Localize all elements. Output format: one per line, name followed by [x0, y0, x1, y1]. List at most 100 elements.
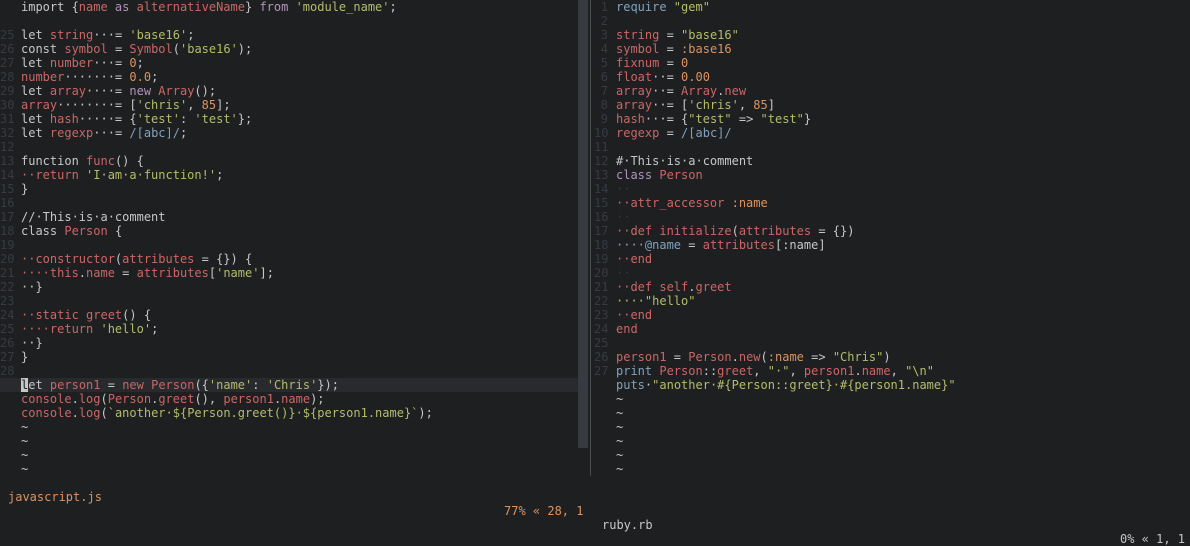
code-line[interactable]: 22 ····"hello": [594, 294, 1190, 308]
tilde-marker: ~: [616, 434, 624, 448]
code-line[interactable]: 25 ····return 'hello';: [0, 322, 578, 336]
code-token: .: [731, 350, 739, 364]
right-editor-pane[interactable]: 1 require "gem" 2 3 string = "base16" 4 symbol…: [594, 0, 1190, 476]
line-number: 23: [0, 294, 15, 308]
code-line[interactable]: 15 ··attr_accessor :name: [594, 196, 1190, 210]
code-text: array··= ['chris', 85]: [616, 98, 775, 112]
code-line[interactable]: 19: [0, 238, 578, 252]
code-token: .: [71, 392, 79, 406]
code-line[interactable]: 21 ····this.name = attributes['name'];: [0, 266, 578, 280]
code-line[interactable]: 31 let hash·····= {'test': 'test'};: [0, 112, 578, 126]
code-token: #·This·is·a·comment: [616, 154, 754, 168]
code-line[interactable]: 24 ··static greet() {: [0, 308, 578, 322]
code-token: =: [100, 378, 123, 392]
code-line[interactable]: 27}: [0, 350, 578, 364]
code-token: ····"hello": [616, 294, 696, 308]
code-line[interactable]: 13 function func() {: [0, 154, 578, 168]
code-line[interactable]: 27 print Person::greet, "·", person1.name…: [594, 364, 1190, 378]
code-line[interactable]: 29 let array····= new Array();: [0, 84, 578, 98]
code-token: () {: [122, 308, 152, 322]
code-line[interactable]: import {name as alternativeName} from 'm…: [0, 0, 578, 14]
code-line[interactable]: console.log(`another·${Person.greet()}·$…: [0, 406, 578, 420]
code-line[interactable]: 2: [594, 14, 1190, 28]
left-scrollbar[interactable]: [578, 0, 588, 448]
code-token: (),: [194, 392, 224, 406]
code-text: string = "base16": [616, 28, 739, 42]
code-line[interactable]: 17 //·This·is·a·comment: [0, 210, 578, 224]
code-line[interactable]: 8 array··= ['chris', 85]: [594, 98, 1190, 112]
code-token: greet: [86, 308, 123, 322]
code-line[interactable]: 26 ··}: [0, 336, 578, 350]
code-token: float: [616, 70, 653, 84]
code-token: 'hello': [100, 322, 152, 336]
code-line[interactable]: 14 ··: [594, 182, 1190, 196]
code-line[interactable]: 28: [0, 364, 578, 378]
code-line[interactable]: 22 ··}: [0, 280, 578, 294]
line-number: 15: [594, 196, 609, 210]
code-line[interactable]: 9 hash···= {"test" => "test"}: [594, 112, 1190, 126]
code-token: (: [731, 224, 739, 238]
line-number: 24: [0, 308, 15, 322]
code-line[interactable]: 3 string = "base16": [594, 28, 1190, 42]
left-editor-pane[interactable]: import {name as alternativeName} from 'm…: [0, 0, 578, 476]
code-line[interactable]: 26 const symbol = Symbol('base16');: [0, 42, 578, 56]
code-text: import {name as alternativeName} from 'm…: [21, 0, 397, 14]
code-token: new: [129, 84, 159, 98]
tilde-marker: ~: [616, 448, 624, 462]
code-token: class: [616, 168, 660, 182]
code-line[interactable]: 16 ··: [594, 210, 1190, 224]
code-line[interactable]: 12: [0, 140, 578, 154]
code-line[interactable]: 7 array··= Array.new: [594, 84, 1190, 98]
code-token: attributes: [738, 224, 812, 238]
code-line[interactable]: 26 person1 = Person.new(:name => "Chris"): [594, 350, 1190, 364]
code-token: 85: [201, 98, 217, 112]
code-line[interactable]: 10 regexp = /[abc]/: [594, 126, 1190, 140]
code-token: symbol: [64, 42, 108, 56]
code-line[interactable]: 18 ····@name = attributes[:name]: [594, 238, 1190, 252]
right-file-name[interactable]: ruby.rb: [602, 518, 653, 532]
code-line[interactable]: 6 float··= 0.00: [594, 70, 1190, 84]
code-line[interactable]: 11: [594, 140, 1190, 154]
code-line[interactable]: 14 ··return 'I·am·a·function!';: [0, 168, 578, 182]
code-line[interactable]: 28 number·······= 0.0;: [0, 70, 578, 84]
code-line[interactable]: 25 let string···= 'base16';: [0, 28, 578, 42]
code-line[interactable]: 12 #·This·is·a·comment: [594, 154, 1190, 168]
code-token: .: [78, 266, 87, 280]
left-file-name[interactable]: javascript.js: [8, 490, 102, 504]
code-line[interactable]: 17 ··def initialize(attributes = {}): [594, 224, 1190, 238]
code-line[interactable]: 1 require "gem": [594, 0, 1190, 14]
code-line[interactable]: console.log(Person.greet(), person1.name…: [0, 392, 578, 406]
pane-divider[interactable]: [590, 0, 591, 490]
code-line[interactable]: 30 array········= ['chris', 85];: [0, 98, 578, 112]
code-line[interactable]: 13 class Person: [594, 168, 1190, 182]
code-line[interactable]: 5 fixnum = 0: [594, 56, 1190, 70]
code-line[interactable]: 25: [594, 336, 1190, 350]
code-line[interactable]: 32 let regexp···= /[abc]/;: [0, 126, 578, 140]
code-token: {: [107, 224, 123, 238]
code-line[interactable]: let person1 = new Person({'name': 'Chris…: [0, 378, 578, 392]
code-line[interactable]: 23 ··end: [594, 308, 1190, 322]
code-line[interactable]: 20 ··constructor(attributes = {}) {: [0, 252, 578, 266]
code-token: regexp: [49, 126, 94, 140]
line-number: 17: [594, 224, 609, 238]
code-token: name: [861, 364, 891, 378]
code-line[interactable]: 15}: [0, 182, 578, 196]
code-line[interactable]: 21 ··def self.greet: [594, 280, 1190, 294]
code-text: ··end: [616, 308, 652, 322]
code-line[interactable]: 19 ··end: [594, 252, 1190, 266]
code-line[interactable]: 23: [0, 294, 578, 308]
code-line[interactable]: 20 ··: [594, 266, 1190, 280]
code-line[interactable]: 24 end: [594, 322, 1190, 336]
code-line[interactable]: [0, 14, 578, 28]
line-number: 21: [0, 266, 15, 280]
code-text: ··attr_accessor :name: [616, 196, 768, 210]
left-cursor-position: 77% « 28, 1: [504, 504, 584, 518]
code-line[interactable]: puts·"another·#{Person::greet}·#{person1…: [594, 378, 1190, 392]
code-text: let array····= new Array();: [21, 84, 216, 98]
code-token: =: [659, 126, 682, 140]
code-line[interactable]: 16: [0, 196, 578, 210]
code-line[interactable]: 4 symbol = :base16: [594, 42, 1190, 56]
code-token: }: [244, 0, 260, 14]
code-line[interactable]: 27 let number···= 0;: [0, 56, 578, 70]
code-line[interactable]: 18 class Person {: [0, 224, 578, 238]
